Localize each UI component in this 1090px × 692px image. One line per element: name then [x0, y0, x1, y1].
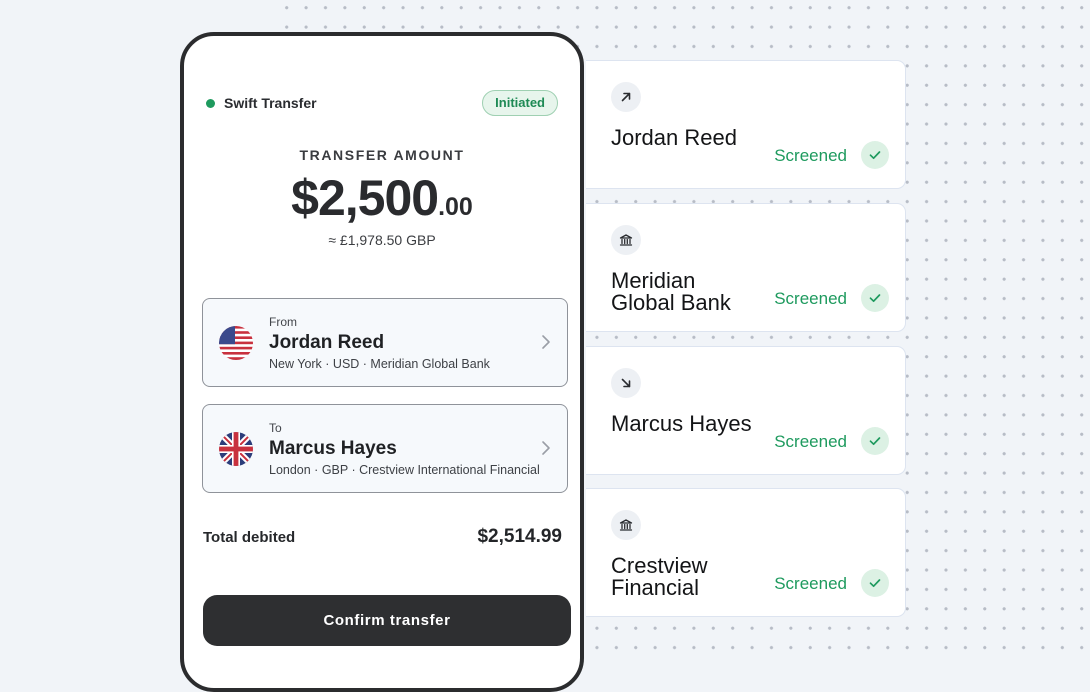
sender-card[interactable]: From Jordan Reed New York · USD · Meridi…	[202, 298, 568, 387]
status-badge: Initiated	[482, 90, 558, 116]
uk-flag-icon	[219, 432, 253, 466]
chevron-right-icon	[542, 335, 550, 349]
converted-amount: ≈ £1,978.50 GBP	[328, 232, 436, 248]
direction-label: To	[269, 421, 282, 435]
transfer-header: Swift Transfer Initiated	[206, 90, 558, 118]
check-icon	[861, 427, 889, 455]
screening-status: Screened	[774, 289, 847, 308]
amount-whole: $2,500	[291, 170, 439, 226]
total-debited-row: Total debited $2,514.99	[203, 525, 562, 549]
transfer-amount: $2,500.00	[184, 169, 580, 227]
direction-label: From	[269, 315, 297, 329]
check-icon	[861, 284, 889, 312]
brand-name: Swift Transfer	[224, 95, 317, 111]
phone-frame: Swift Transfer Initiated TRANSFER AMOUNT…	[180, 32, 584, 692]
recipient-card[interactable]: To Marcus Hayes London · GBP · Crestview…	[202, 404, 568, 493]
chevron-right-icon	[542, 441, 550, 455]
arrow-down-right-icon	[611, 368, 641, 398]
bank-icon	[611, 510, 641, 540]
screening-status: Screened	[774, 146, 847, 165]
brand: Swift Transfer	[206, 95, 317, 111]
sender-name: Jordan Reed	[269, 332, 385, 353]
screening-name: Jordan Reed	[611, 125, 737, 150]
check-icon	[861, 141, 889, 169]
screening-status: Screened	[774, 574, 847, 593]
recipient-name: Marcus Hayes	[269, 438, 397, 459]
screening-card-sender-bank: Meridian Global Bank Screened	[586, 203, 906, 332]
screening-name: Crestview Financial	[611, 553, 708, 600]
recipient-details: London · GBP · Crestview International F…	[269, 463, 540, 477]
confirm-transfer-button[interactable]: Confirm transfer	[203, 595, 571, 646]
sender-details: New York · USD · Meridian Global Bank	[269, 357, 490, 371]
total-label: Total debited	[203, 529, 296, 546]
amount-cents: .00	[438, 193, 473, 221]
screening-status: Screened	[774, 432, 847, 451]
screening-name: Marcus Hayes	[611, 411, 752, 436]
background-plain-area	[0, 0, 180, 654]
background-plain-area-top	[180, 0, 280, 30]
check-icon	[861, 569, 889, 597]
arrow-up-right-icon	[611, 82, 641, 112]
amount-label: TRANSFER AMOUNT	[299, 147, 465, 163]
us-flag-icon	[219, 326, 253, 360]
screening-card-sender: Jordan Reed Screened	[586, 60, 906, 189]
screening-name: Meridian Global Bank	[611, 268, 731, 315]
bank-icon	[611, 225, 641, 255]
status-dot-icon	[206, 98, 215, 108]
screening-card-recipient: Marcus Hayes Screened	[586, 346, 906, 475]
total-value: $2,514.99	[477, 526, 562, 547]
screening-card-recipient-bank: Crestview Financial Screened	[586, 488, 906, 617]
